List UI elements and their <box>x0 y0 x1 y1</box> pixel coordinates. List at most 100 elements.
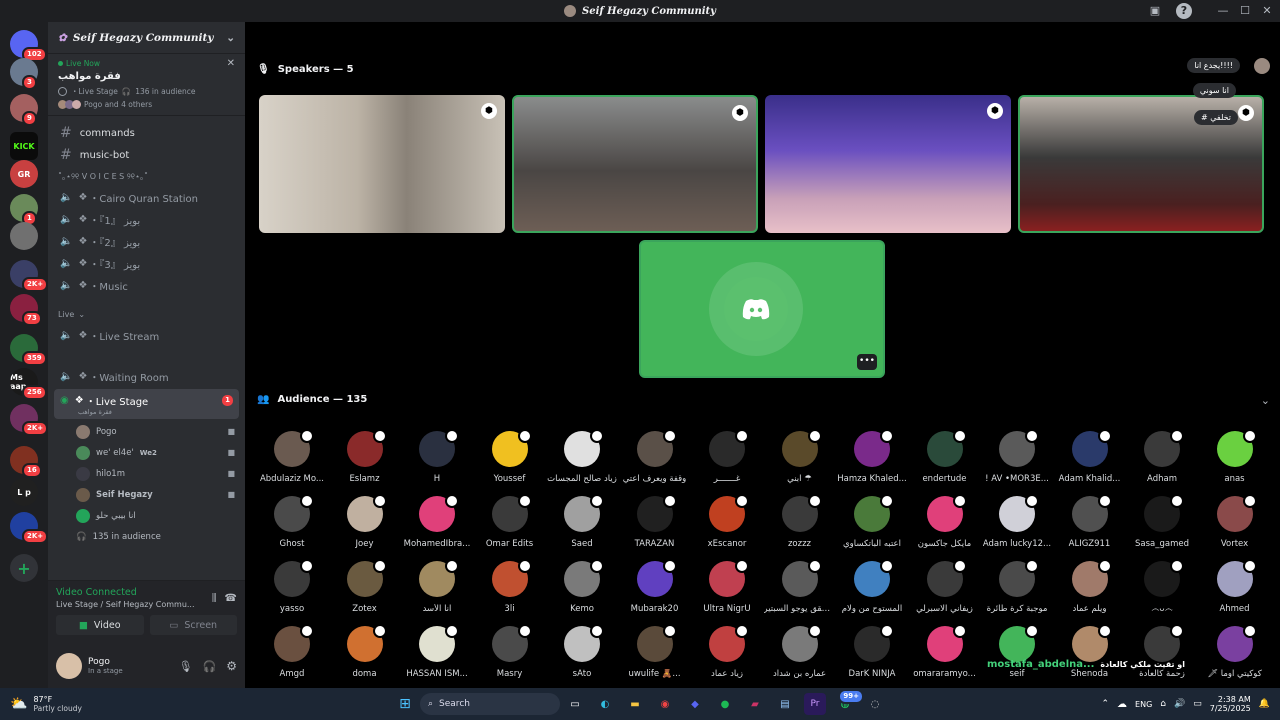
server-icon[interactable]: L p <box>10 478 38 506</box>
inbox-icon[interactable]: ▣ <box>1147 3 1163 19</box>
audience-member[interactable]: Joey <box>329 494 401 549</box>
app-icon[interactable]: ◌ <box>864 693 886 715</box>
channel-commands[interactable]: # commands <box>48 122 245 144</box>
premiere-icon[interactable]: Pr <box>804 693 826 715</box>
windows-start-icon[interactable]: ⊞ <box>394 693 416 715</box>
language-indicator[interactable]: ENG <box>1135 700 1152 709</box>
chrome-icon[interactable]: ◉ <box>654 693 676 715</box>
file-explorer-icon[interactable]: ▬ <box>624 693 646 715</box>
audience-member[interactable]: انا الأسد <box>401 559 473 614</box>
audience-member[interactable]: زحمة كالعادة <box>1126 624 1198 679</box>
audience-member[interactable]: Mubarak20 <box>619 559 691 614</box>
speaker-tile-discord-default[interactable]: ••• <box>639 240 885 378</box>
audience-member[interactable]: ෴ᴗ෴ <box>1126 559 1198 614</box>
audience-member[interactable]: DarK NINJA <box>836 624 908 679</box>
audience-member[interactable]: HASSAN ISM... <box>401 624 473 679</box>
soundboard-icon[interactable]: ⫼ <box>212 593 217 604</box>
weather-widget[interactable]: ⛅ 87°F Partly cloudy <box>0 695 140 713</box>
audience-member[interactable]: ! AV •MOR3E... <box>981 429 1053 484</box>
stage-user[interactable]: انا بيبي حلو <box>48 505 245 526</box>
audience-member[interactable]: Zotex <box>329 559 401 614</box>
audience-member[interactable]: Vortex <box>1199 494 1271 549</box>
audience-member[interactable]: omararamyo... <box>909 624 981 679</box>
audience-member[interactable]: Ultra NigrU <box>691 559 763 614</box>
audience-member[interactable]: وقفة ويعرف اعتي <box>619 429 691 484</box>
audience-member[interactable]: Masry <box>474 624 546 679</box>
audience-member[interactable]: ALIGZ911 <box>1054 494 1126 549</box>
audience-member[interactable]: موجبة كرة طائرة <box>981 559 1053 614</box>
audience-member[interactable]: Abdulaziz Mo... <box>256 429 328 484</box>
avatar[interactable] <box>56 653 82 679</box>
live-stage-card[interactable]: Live Now ✕ فقرة مواهب ・Live Stage 🎧 136 i… <box>48 54 245 116</box>
speaker-video-3[interactable]: ⬢ <box>765 95 1011 233</box>
server-icon[interactable]: KICK <box>10 132 38 160</box>
disconnect-icon[interactable]: ☎ <box>225 593 237 604</box>
audience-member[interactable]: Adam Khalid... <box>1054 429 1126 484</box>
audience-member[interactable]: اعتبه الباتكساوي <box>836 494 908 549</box>
document-icon[interactable]: ▤ <box>774 693 796 715</box>
chevron-down-icon[interactable]: ⌄ <box>1261 394 1270 407</box>
audience-member[interactable]: Shenoda <box>1054 624 1126 679</box>
audience-member[interactable]: Kemo <box>546 559 618 614</box>
audience-member[interactable]: غـــــــر <box>691 429 763 484</box>
category-live[interactable]: Live ⌄ <box>48 304 245 324</box>
audience-member[interactable]: doma <box>329 624 401 679</box>
audience-member[interactable]: ابني ☂ <box>764 429 836 484</box>
headphones-icon[interactable]: 🎧 <box>203 660 217 673</box>
audience-member[interactable]: زياد صالح المجسات <box>546 429 618 484</box>
voice-channel-link[interactable]: Live Stage / Seif Hegazy Commu... <box>56 600 195 609</box>
voice-channel-waiting-room[interactable]: 🔈 ❖ ・Waiting Room <box>48 365 245 387</box>
stage-channel-active[interactable]: ◉ ❖ ・Live Stage فقرة مواهب 1 <box>54 389 239 419</box>
stage-user[interactable]: we' el4e' We2 ■ <box>48 442 245 463</box>
discord-icon[interactable]: ◆ <box>684 693 706 715</box>
pin-icon[interactable]: ⬢ <box>732 105 748 121</box>
audience-member[interactable]: 3li <box>474 559 546 614</box>
audience-member[interactable]: xEscanor <box>691 494 763 549</box>
search-box[interactable]: ⌕ Search <box>420 693 560 715</box>
audience-member[interactable]: Hamza Khaled... <box>836 429 908 484</box>
audience-member[interactable]: uwulife 🧸... <box>619 624 691 679</box>
audience-member[interactable]: زيفاني الاسبرلي <box>909 559 981 614</box>
audience-member[interactable]: H <box>401 429 473 484</box>
audience-member[interactable]: Saed <box>546 494 618 549</box>
channel-music-bot[interactable]: # music-bot <box>48 144 245 166</box>
voice-channel-cairo-quran[interactable]: 🔈 ❖ ・Cairo Quran Station <box>48 186 245 208</box>
audience-member[interactable]: Sasa_gamed <box>1126 494 1198 549</box>
edge-icon[interactable]: ◐ <box>594 693 616 715</box>
audience-member[interactable]: yasso <box>256 559 328 614</box>
more-options-button[interactable]: ••• <box>857 354 877 370</box>
stage-user[interactable]: hilo1m ■ <box>48 463 245 484</box>
add-server-icon[interactable]: + <box>10 554 38 582</box>
pin-icon[interactable]: ⬢ <box>1238 105 1254 121</box>
audience-count[interactable]: 🎧 135 in audience <box>48 526 245 547</box>
audience-member[interactable]: sAto <box>546 624 618 679</box>
pin-icon[interactable]: ⬢ <box>481 103 497 119</box>
audience-member[interactable]: seif <box>981 624 1053 679</box>
audience-member[interactable]: zozzz <box>764 494 836 549</box>
category-voices[interactable]: ˚｡⋆୨୧ V O I C E S ୨୧⋆｡˚ <box>48 166 245 186</box>
audience-member[interactable]: المحقق يوجو السبتير <box>764 559 836 614</box>
server-icon[interactable]: GR <box>10 160 38 188</box>
server-icon[interactable] <box>10 222 38 250</box>
audience-member[interactable]: زياد عماد <box>691 624 763 679</box>
vegas-icon[interactable]: ▰ <box>744 693 766 715</box>
speaker-video-1[interactable]: ⬢ <box>259 95 505 233</box>
audience-member[interactable]: Eslamz <box>329 429 401 484</box>
help-icon[interactable]: ? <box>1176 3 1192 19</box>
audience-member[interactable]: 🗡 كوكيتي اوما <box>1199 624 1271 679</box>
cloud-icon[interactable]: ☁ <box>1117 699 1127 710</box>
stage-user[interactable]: Seif Hegazy ■ <box>48 484 245 505</box>
audience-member[interactable]: عماره بن شداد <box>764 624 836 679</box>
voice-channel-music[interactable]: 🔈 ❖ ・Music <box>48 274 245 296</box>
voice-channel-boys-1[interactable]: 🔈 ❖ ・『1』 بويز <box>48 208 245 230</box>
audience-member[interactable]: مايكل جاكسون <box>909 494 981 549</box>
audience-member[interactable]: ويلم عماد <box>1054 559 1126 614</box>
server-header[interactable]: ✿ Seif Hegazy Community ⌄ <box>48 22 245 54</box>
notification-icon[interactable]: 🔔 <box>1259 699 1270 709</box>
video-button[interactable]: ■ Video <box>56 615 144 635</box>
audience-member[interactable]: Adam lucky12... <box>981 494 1053 549</box>
minimize-icon[interactable]: — <box>1215 3 1231 19</box>
battery-icon[interactable]: ▭ <box>1193 699 1202 709</box>
network-icon[interactable]: ⌂ <box>1160 699 1166 709</box>
audience-member[interactable]: Ghost <box>256 494 328 549</box>
